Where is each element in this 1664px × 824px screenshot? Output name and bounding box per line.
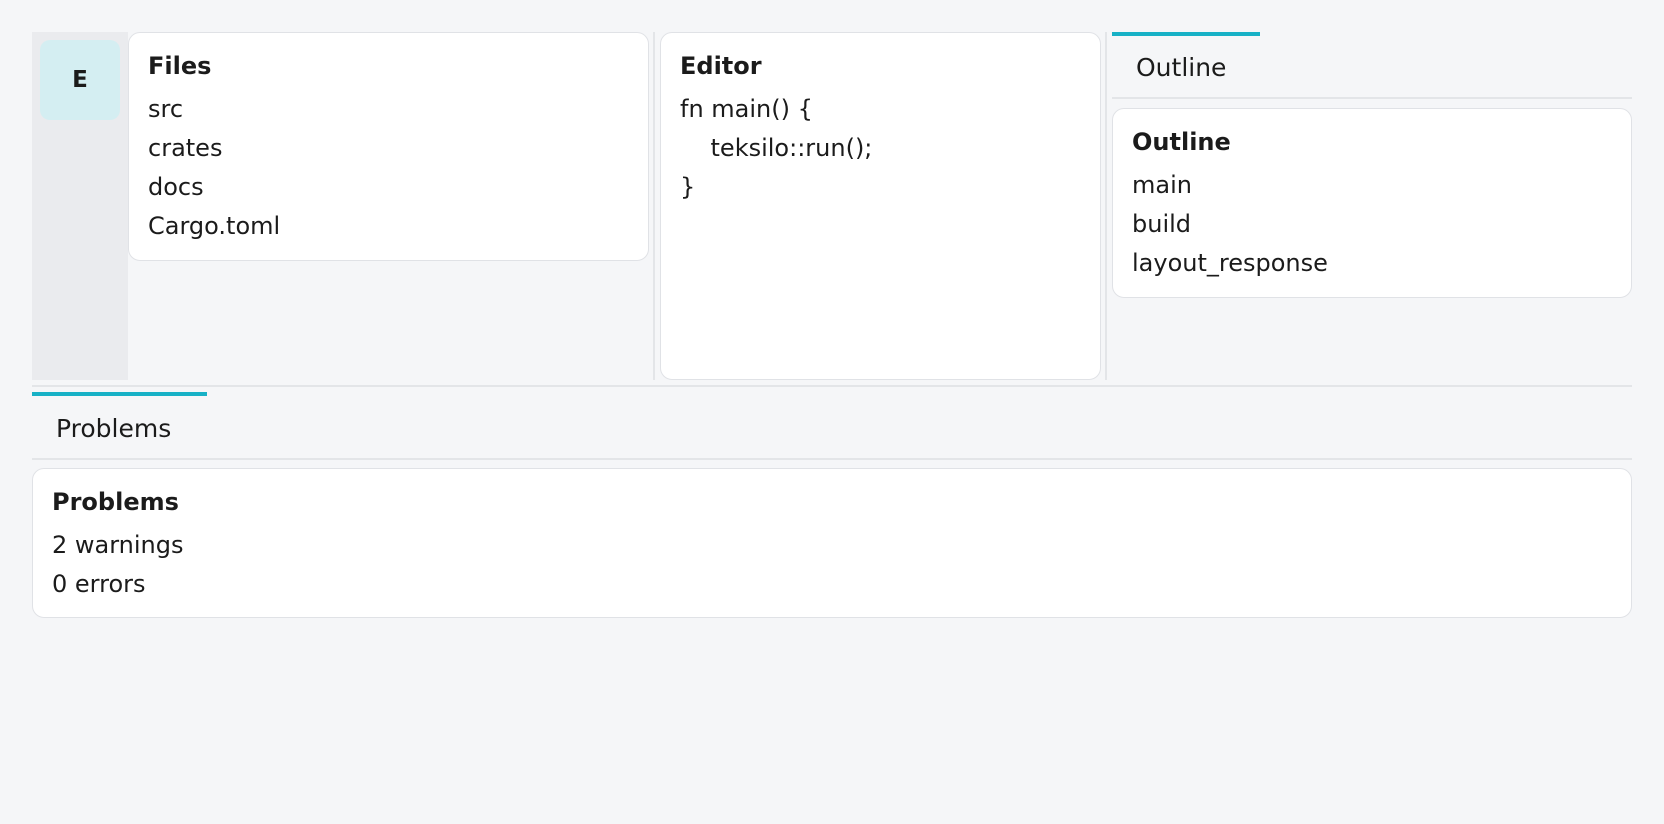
editor-panel-title: Editor [680,52,762,80]
tab-problems[interactable]: Problems [56,414,171,444]
file-item[interactable]: crates [148,129,629,168]
problem-summary-item[interactable]: 0 errors [52,565,1612,604]
editor-outline-splitter[interactable] [1105,32,1107,380]
outline-panel-title: Outline [1132,128,1231,156]
main-bottom-splitter[interactable] [32,385,1632,387]
problems-tab-divider [32,458,1632,460]
code-line: } [680,173,696,201]
outline-panel: Outline main build layout_response [1112,108,1632,298]
problems-tab-indicator [32,392,207,396]
outline-tab-divider [1112,97,1632,99]
outline-item[interactable]: layout_response [1132,244,1612,283]
activity-bar: E [32,32,128,380]
outline-tab-indicator [1112,32,1260,36]
code-line: fn main() { [680,95,813,123]
files-panel: Files src crates docs Cargo.toml [128,32,649,261]
tab-outline[interactable]: Outline [1136,53,1226,83]
outline-item[interactable]: main [1132,166,1612,205]
problems-panel: Problems 2 warnings 0 errors [32,468,1632,618]
files-panel-title: Files [148,52,212,80]
problems-panel-title: Problems [52,488,179,516]
explorer-activity-button[interactable]: E [40,40,120,120]
problem-summary-item[interactable]: 2 warnings [52,526,1612,565]
code-line: teksilo::run(); [680,134,873,162]
file-item[interactable]: docs [148,168,629,207]
editor-panel[interactable]: Editor fn main() { teksilo::run(); } [660,32,1101,380]
file-item[interactable]: src [148,90,629,129]
file-item[interactable]: Cargo.toml [148,207,629,246]
files-editor-splitter[interactable] [653,32,655,380]
outline-item[interactable]: build [1132,205,1612,244]
